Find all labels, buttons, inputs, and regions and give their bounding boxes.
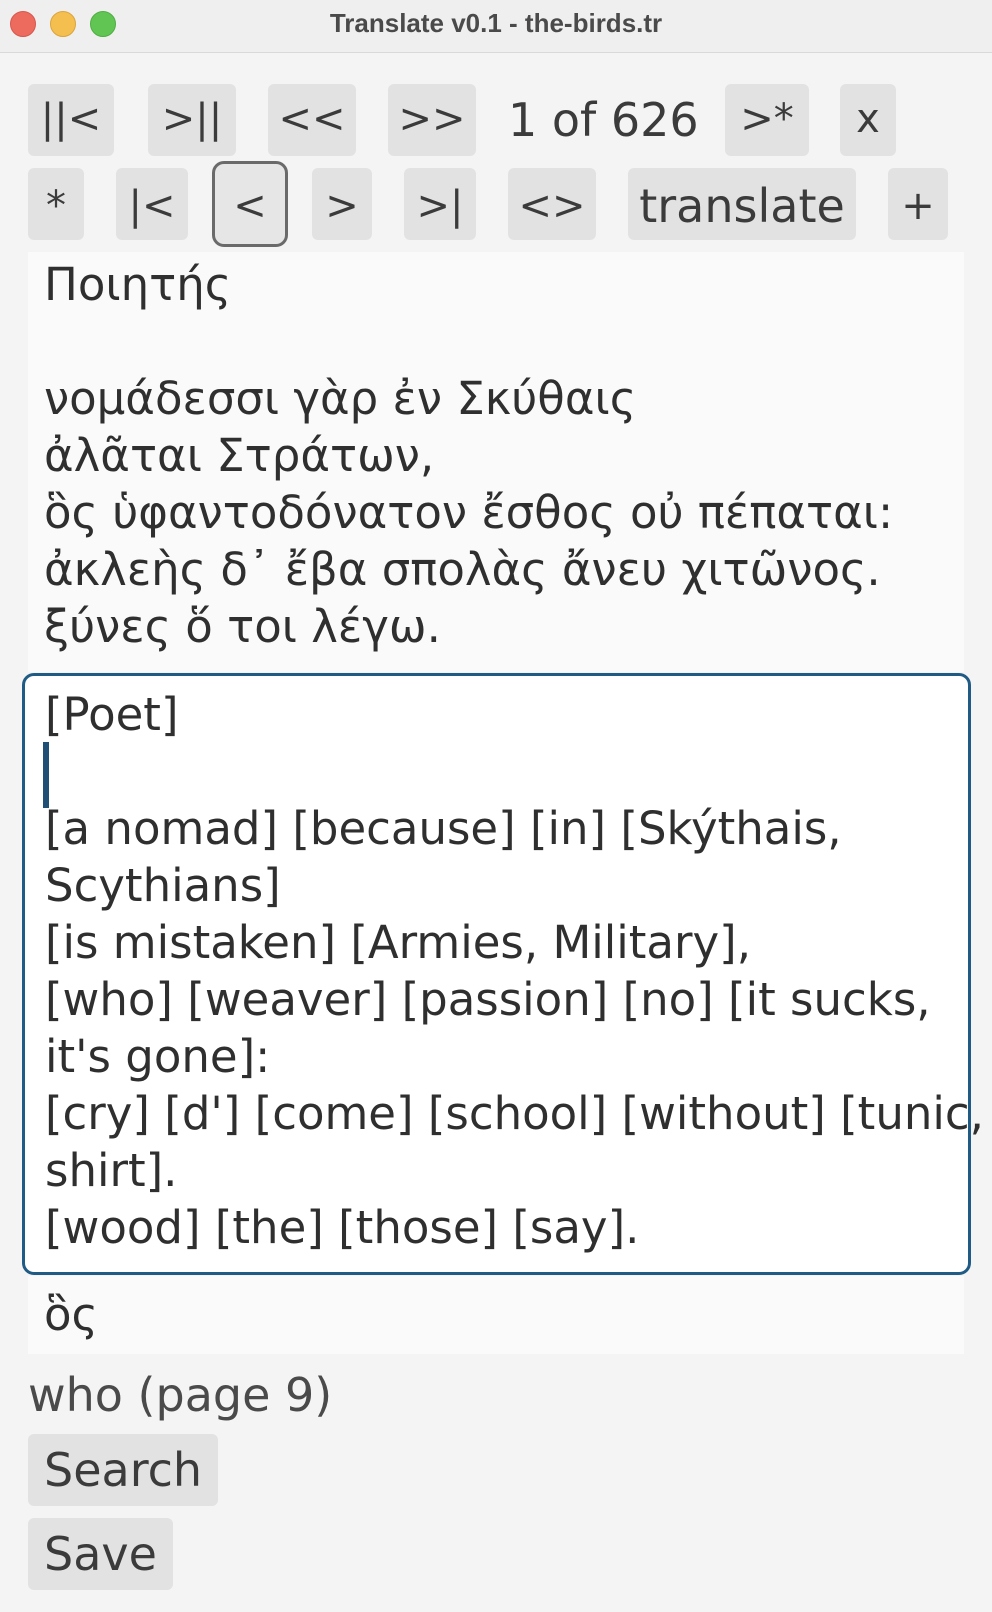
next-word-button[interactable]: > <box>312 168 372 240</box>
swap-button[interactable]: <> <box>508 168 596 240</box>
add-button[interactable]: + <box>888 168 948 240</box>
translation-line: [cry] [d'] [come] [school] [without] [tu… <box>45 1087 984 1140</box>
translation-line: shirt]. <box>45 1144 178 1197</box>
source-line: ὃς ὑφαντοδόνατον ἔσθος οὐ πέπαται: <box>44 486 894 539</box>
translation-editor[interactable]: [Poet] [a nomad] [because] [in] [Skýthai… <box>22 673 984 1275</box>
current-word-field[interactable]: ὃς <box>28 1276 964 1354</box>
translation-line: it's gone]: <box>45 1030 271 1083</box>
source-line: νομάδεσσι γὰρ ἐν Σκύθαις <box>44 372 637 425</box>
source-line: ξύνες ὅ τοι λέγω. <box>44 600 441 653</box>
next-page-button[interactable]: >> <box>388 84 476 156</box>
source-line: ἀλᾶται Στράτων, <box>44 429 435 482</box>
translation-line: [Poet] <box>45 688 179 741</box>
word-gloss: who (page 9) <box>28 1368 333 1422</box>
source-text-area[interactable]: Ποιητής νομάδεσσι γὰρ ἐν Σκύθαις ἀλᾶται … <box>28 252 964 672</box>
window-title: Translate v0.1 - the-birds.tr <box>329 8 663 38</box>
translate-button[interactable]: translate <box>628 168 856 240</box>
next-untranslated-button[interactable]: >* <box>725 84 809 156</box>
source-line: ἀκλεὴς δ᾽ ἔβα σπολὰς ἄνευ χιτῶνος. <box>44 543 881 596</box>
text-cursor <box>43 742 49 808</box>
search-button[interactable]: Search <box>28 1434 219 1506</box>
star-button[interactable]: * <box>28 168 84 240</box>
last-page-button[interactable]: >|| <box>148 84 236 156</box>
previous-page-button[interactable]: << <box>268 84 356 156</box>
source-line: Ποιητής <box>44 258 232 311</box>
translation-line: [who] [weaver] [passion] [no] [it sucks, <box>45 973 931 1026</box>
translation-line: Scythians] <box>45 859 281 912</box>
translation-line: [wood] [the] [those] [say]. <box>45 1201 640 1254</box>
close-button[interactable]: x <box>840 84 896 156</box>
first-page-button[interactable]: ||< <box>28 84 114 156</box>
source-line <box>44 313 948 370</box>
last-word-button[interactable]: >| <box>404 168 476 240</box>
save-button[interactable]: Save <box>28 1518 173 1590</box>
page-counter: 1 of 626 <box>508 93 699 147</box>
translation-line <box>45 743 948 800</box>
title-bar: Translate v0.1 - the-birds.tr <box>0 0 992 53</box>
previous-word-button[interactable]: < <box>212 161 288 247</box>
translation-line: [a nomad] [because] [in] [Skýthais, <box>45 802 842 855</box>
translation-line: [is mistaken] [Armies, Military], <box>45 916 752 969</box>
first-word-button[interactable]: |< <box>116 168 188 240</box>
